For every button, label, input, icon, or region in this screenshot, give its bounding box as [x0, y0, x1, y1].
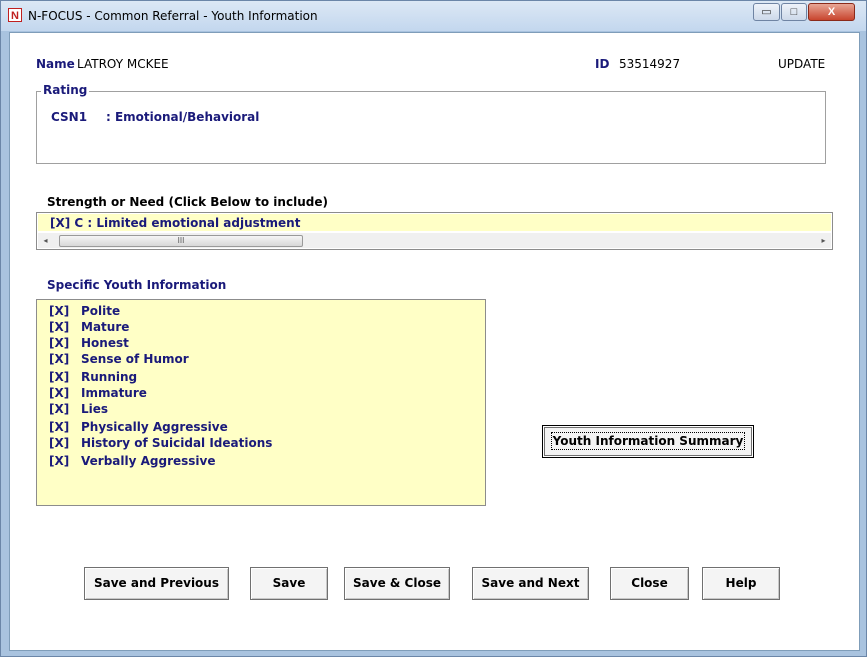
rating-group [36, 91, 826, 164]
list-item[interactable]: [X] Polite [49, 304, 120, 320]
horizontal-scrollbar[interactable]: ◂ III ▸ [38, 233, 831, 248]
minimize-button[interactable]: ▭ [753, 3, 780, 21]
rating-description: : Emotional/Behavioral [106, 110, 260, 124]
checkmark: [X] [49, 386, 70, 400]
app-window: N N-FOCUS - Common Referral - Youth Info… [0, 0, 867, 657]
list-item[interactable]: [X] History of Suicidal Ideations [49, 436, 272, 452]
checkmark: [X] [49, 370, 70, 384]
checkmark: [X] [49, 336, 70, 350]
list-item[interactable]: [X] Lies [49, 402, 108, 418]
scroll-left-icon[interactable]: ◂ [38, 233, 53, 248]
title-bar[interactable]: N N-FOCUS - Common Referral - Youth Info… [1, 1, 866, 31]
youth-info-list[interactable]: [X] Polite [X] Mature [X] Honest [X] Sense o… [36, 299, 486, 506]
checkmark: [X] [49, 352, 70, 366]
app-icon[interactable]: N [8, 8, 22, 22]
item-text: Lies [81, 402, 109, 416]
button-label: Youth Information Summary [550, 432, 746, 450]
item-text: Physically Aggressive [81, 420, 228, 434]
item-text: Sense of Humor [81, 352, 189, 366]
id-value: 53514927 [619, 57, 681, 71]
item-text: Mature [81, 320, 130, 334]
help-button[interactable]: Help [702, 567, 780, 600]
checkmark: [X] [49, 320, 70, 334]
item-text: Polite [81, 304, 121, 318]
scroll-right-icon[interactable]: ▸ [816, 233, 831, 248]
list-item[interactable]: [X] C : Limited emotional adjustment [38, 214, 831, 231]
item-text: Running [81, 370, 138, 384]
checkmark: [X] [49, 454, 70, 468]
list-item[interactable]: [X] Immature [49, 386, 147, 402]
rating-group-title: Rating [41, 83, 90, 97]
list-item[interactable]: [X] Verbally Aggressive [49, 454, 215, 470]
checkmark: [X] [49, 420, 70, 434]
youth-info-label: Specific Youth Information [47, 278, 227, 292]
maximize-button[interactable]: □ [781, 3, 807, 21]
item-text: Verbally Aggressive [81, 454, 216, 468]
list-item[interactable]: [X] Mature [49, 320, 129, 336]
save-and-previous-button[interactable]: Save and Previous [84, 567, 229, 600]
scroll-thumb[interactable]: III [59, 235, 303, 247]
list-item[interactable]: [X] Honest [49, 336, 129, 352]
strength-need-list[interactable]: [X] C : Limited emotional adjustment ◂ I… [36, 212, 833, 250]
id-label: ID [595, 57, 610, 71]
item-text: History of Suicidal Ideations [81, 436, 273, 450]
checkmark: [X] [49, 402, 70, 416]
mode-indicator: UPDATE [778, 57, 826, 71]
checkmark: [X] [49, 304, 70, 318]
item-text: Honest [81, 336, 129, 350]
rating-code: CSN1 [51, 110, 88, 124]
youth-information-summary-button[interactable]: Youth Information Summary [542, 425, 754, 458]
list-item[interactable]: [X] Running [49, 370, 137, 386]
close-button[interactable]: Close [610, 567, 689, 600]
name-value: LATROY MCKEE [77, 57, 169, 71]
name-label: Name [36, 57, 75, 71]
strength-need-label: Strength or Need (Click Below to include… [47, 195, 328, 209]
save-and-next-button[interactable]: Save and Next [472, 567, 589, 600]
window-title: N-FOCUS - Common Referral - Youth Inform… [28, 9, 318, 23]
list-item[interactable]: [X] Physically Aggressive [49, 420, 228, 436]
checkmark: [X] [49, 436, 70, 450]
save-and-close-button[interactable]: Save & Close [344, 567, 450, 600]
close-window-button[interactable]: X [808, 3, 855, 21]
item-text: Immature [81, 386, 147, 400]
list-item[interactable]: [X] Sense of Humor [49, 352, 189, 368]
save-button[interactable]: Save [250, 567, 328, 600]
strength-item-text: [X] C : Limited emotional adjustment [50, 216, 301, 230]
